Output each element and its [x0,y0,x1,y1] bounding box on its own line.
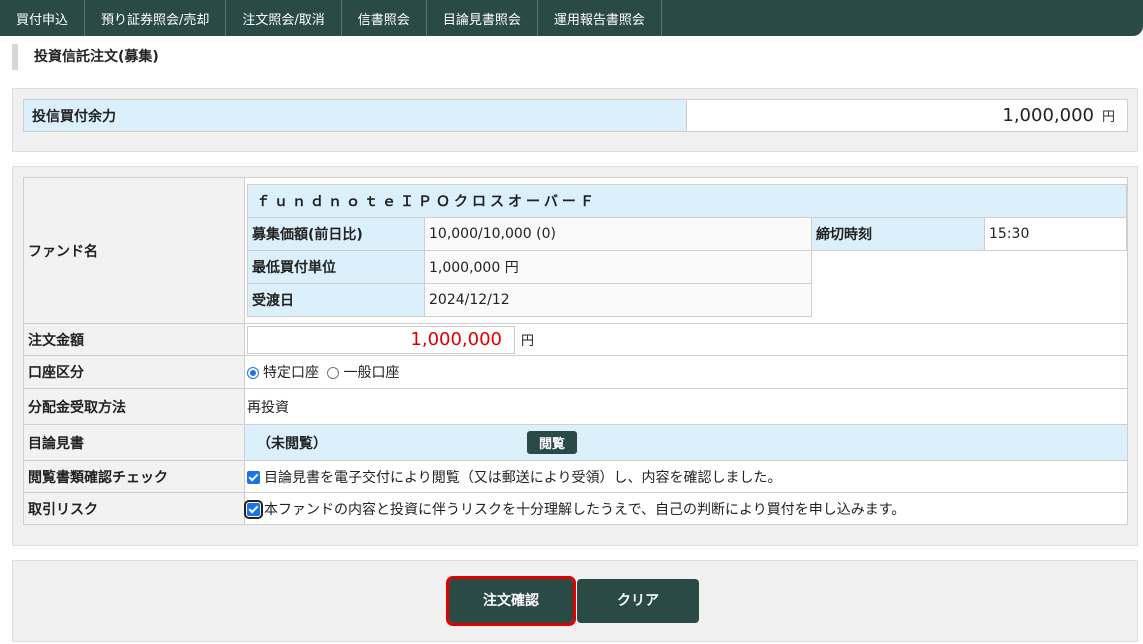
action-panel: 注文確認 クリア [12,560,1138,642]
price-value: 10,000/10,000 (0) [424,217,812,251]
amount-label: 注文金額 [23,323,245,356]
fund-name: ｆｕｎｄｎｏｔｅＩＰＯクロスオーバーＦ [247,184,1127,218]
balance-table: 投信買付余力 1,000,000 円 [23,99,1128,132]
nav-prospectus[interactable]: 目論見書照会 [427,0,538,36]
radio-specific-account[interactable] [247,367,259,379]
nav-buy-application[interactable]: 買付申込 [0,0,86,36]
nav-letters[interactable]: 信書照会 [342,0,427,36]
balance-unit: 円 [1101,110,1115,125]
order-amount-input[interactable]: 1,000,000 [247,325,515,354]
risk-acknowledge-checkbox[interactable] [244,500,263,519]
deadline-label: 締切時刻 [811,217,985,251]
account-type-label: 口座区分 [23,355,245,389]
view-prospectus-button[interactable]: 閲覧 [527,431,578,454]
order-form-table: ファンド名 ｆｕｎｄｎｏｔｅＩＰＯクロスオーバーＦ 募集価額(前日比) 10,0… [23,177,1128,525]
nav-operation-report[interactable]: 運用報告書照会 [538,0,662,36]
specific-account-label: 特定口座 [263,365,319,381]
deadline-value: 15:30 [984,217,1127,251]
balance-panel: 投信買付余力 1,000,000 円 [12,88,1138,152]
balance-label: 投信買付余力 [23,99,687,132]
general-account-label: 一般口座 [343,365,400,381]
min-unit-label: 最低買付単位 [247,250,425,284]
price-label: 募集価額(前日比) [247,217,425,251]
nav-holdings-sell[interactable]: 預り証券照会/売却 [85,0,227,36]
amount-unit: 円 [521,334,535,349]
prospectus-label: 目論見書 [23,424,245,461]
order-confirm-button[interactable]: 注文確認 [446,576,576,626]
delivery-date-value: 2024/12/12 [424,283,812,317]
trade-risk-label: 取引リスク [23,492,245,525]
top-navigation: 買付申込 預り証券照会/売却 注文照会/取消 信書照会 目論見書照会 運用報告書… [0,0,1143,36]
nav-order-inquiry[interactable]: 注文照会/取消 [226,0,342,36]
document-check-label: 閲覧書類確認チェック [23,460,245,493]
balance-value: 1,000,000 [1002,105,1094,126]
radio-general-account[interactable] [327,367,340,379]
clear-button[interactable]: クリア [577,579,699,623]
document-check-checkbox[interactable] [247,471,260,484]
fund-row-label: ファンド名 [23,177,245,324]
dividend-method-value: 再投資 [244,388,1128,425]
delivery-date-label: 受渡日 [247,283,425,317]
risk-acknowledge-text: 本ファンドの内容と投資に伴うリスクを十分理解したうえで、自己の判断により買付を申… [264,501,906,518]
page-title: 投資信託注文(募集) [12,44,159,70]
min-unit-value: 1,000,000 円 [424,250,812,284]
prospectus-status: （未閲覧） [257,436,327,452]
fund-detail-table: ｆｕｎｄｎｏｔｅＩＰＯクロスオーバーＦ 募集価額(前日比) 10,000/10,… [247,184,1127,317]
dividend-method-label: 分配金受取方法 [23,388,245,425]
order-panel: ファンド名 ｆｕｎｄｎｏｔｅＩＰＯクロスオーバーＦ 募集価額(前日比) 10,0… [12,166,1138,546]
balance-value-cell: 1,000,000 円 [686,99,1128,132]
document-check-text: 目論見書を電子交付により閲覧（又は郵送により受領）し、内容を確認しました。 [264,469,782,486]
